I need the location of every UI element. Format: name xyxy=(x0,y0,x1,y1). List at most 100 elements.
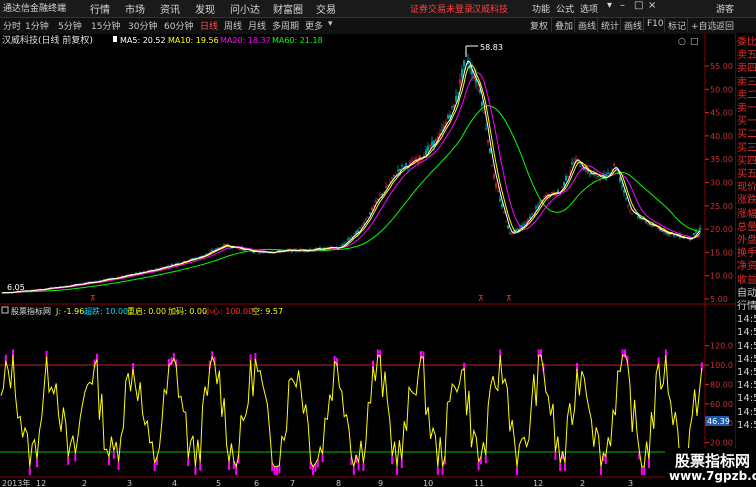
signal-bar-bottom xyxy=(36,459,38,468)
signal-bar-bottom xyxy=(278,465,281,474)
period-60min[interactable]: 60分钟 xyxy=(164,19,193,32)
signal-bar-bottom xyxy=(117,462,120,471)
period-15min[interactable]: 15分钟 xyxy=(91,19,120,32)
candle-body xyxy=(429,145,431,148)
price-tick-label: 40.00 xyxy=(710,132,733,141)
candle-body xyxy=(405,163,407,166)
menu-jiaoyi[interactable]: 交易 xyxy=(316,1,336,16)
indicator-tick-label: 60.00 xyxy=(710,400,733,409)
sidebar-item: 买一 xyxy=(737,116,756,128)
menu-caifuquan[interactable]: 财富圈 xyxy=(273,1,303,16)
period-monthly[interactable]: 月线 xyxy=(248,19,266,32)
period-daily[interactable]: 日线 xyxy=(200,19,218,32)
btn-diejia[interactable]: 叠加 xyxy=(551,18,576,32)
date-tick-label: 3 xyxy=(628,479,633,487)
watermark-line2: www.7gpzb.com xyxy=(669,469,756,483)
event-marker-icon[interactable]: ⊼ xyxy=(478,294,484,303)
period-more[interactable]: 更多 xyxy=(305,19,323,32)
expand-icon[interactable]: □ xyxy=(690,37,699,47)
sidebar-item: 总量 xyxy=(737,221,756,233)
candle-body xyxy=(347,238,349,241)
candle-body xyxy=(391,177,393,179)
menu-faxian[interactable]: 发现 xyxy=(195,1,215,16)
sidebar-item: 行情 xyxy=(737,301,756,312)
candle-body xyxy=(627,204,629,207)
candle-body xyxy=(535,206,537,209)
maximize-icon[interactable]: □ xyxy=(634,0,643,11)
ma20-line xyxy=(2,72,701,294)
price-chart[interactable]: 汉威科技(日线 前复权) MA5: 20.52 MA10: 19.56 MA20… xyxy=(0,33,735,305)
candle-body xyxy=(345,241,347,243)
menu-hangqing[interactable]: 行情 xyxy=(90,1,110,16)
candle-body xyxy=(499,198,501,201)
menu-gongshi[interactable]: 公式 xyxy=(556,2,574,15)
indicator-chart[interactable]: 股票指标网 J: -1.96 超跌: 10.00 重启: 0.00 加码: 0.… xyxy=(0,305,735,487)
sidebar-item: 自动 xyxy=(737,287,756,299)
btn-huaxian-2[interactable]: 画线 xyxy=(620,18,645,32)
period-weekly[interactable]: 周线 xyxy=(224,19,242,32)
candle-body xyxy=(625,198,627,199)
candle-body xyxy=(455,96,457,102)
period-30min[interactable]: 30分钟 xyxy=(128,19,157,32)
title-bar: 通达信金融终端 行情 市场 资讯 发现 问小达 财富圈 交易 证券交易未登录 汉… xyxy=(0,0,756,18)
event-marker-icon[interactable]: ⊼ xyxy=(90,294,96,303)
candle-body xyxy=(567,176,569,178)
current-value-label: 46.39 xyxy=(707,417,730,426)
user-label[interactable]: 游客 xyxy=(716,2,734,15)
sidebar-item: 14:56 xyxy=(737,419,756,431)
candle-body xyxy=(431,141,433,146)
event-marker-icon[interactable]: ⊼ xyxy=(506,294,512,303)
btn-fuquan[interactable]: 复权 xyxy=(527,18,551,32)
stock-name-title: 汉威科技 xyxy=(472,5,509,15)
candle-body xyxy=(641,219,643,221)
candle-body xyxy=(393,174,395,177)
period-1min[interactable]: 1分钟 xyxy=(25,19,49,32)
period-fenshi[interactable]: 分时 xyxy=(3,19,21,32)
indicator-menu-icon[interactable] xyxy=(1,306,9,314)
candle-body xyxy=(237,248,239,249)
candle-body xyxy=(495,183,497,188)
sidebar-item: 14:56 xyxy=(737,367,756,378)
sidebar-item: 现价 xyxy=(737,182,756,194)
candle-body xyxy=(385,185,387,189)
menu-shichang[interactable]: 市场 xyxy=(125,1,145,16)
signal-bar-bottom xyxy=(554,451,557,460)
candle-body xyxy=(481,101,483,107)
chevron-down-icon[interactable]: ▾ xyxy=(328,19,333,29)
sidebar-item: 买二 xyxy=(737,129,756,141)
close-icon[interactable]: × xyxy=(648,0,656,11)
signal-bar-bottom xyxy=(199,462,202,471)
btn-biaoji[interactable]: 标记 xyxy=(664,18,689,32)
watermark: 股票指标网 www.7gpzb.com xyxy=(665,448,756,487)
date-tick-label: 11 xyxy=(474,479,484,487)
candle-body xyxy=(619,177,621,182)
price-tick-label: 25.00 xyxy=(710,202,733,211)
candle-body xyxy=(361,225,363,227)
settings-icon[interactable]: ○ xyxy=(678,37,686,47)
candle-body xyxy=(657,228,659,229)
candle-body xyxy=(155,268,157,270)
minimize-icon[interactable]: – xyxy=(620,0,625,11)
candle-body xyxy=(607,172,609,174)
period-multi[interactable]: 多周期 xyxy=(272,19,299,32)
candle-body xyxy=(489,148,491,153)
candle-body xyxy=(569,171,571,173)
price-header-ma60: MA60: 21.18 xyxy=(272,36,323,45)
btn-back[interactable]: 返回 xyxy=(712,18,737,32)
menu-zixun[interactable]: 资讯 xyxy=(160,1,180,16)
date-tick-label: 6 xyxy=(254,479,259,487)
ma60-line xyxy=(2,105,701,294)
candle-body xyxy=(355,231,357,234)
btn-tongji[interactable]: 统计 xyxy=(597,18,622,32)
candle-body xyxy=(523,223,525,225)
date-tick-label: 12 xyxy=(533,479,543,487)
menu-xuanxiang[interactable]: 选项 xyxy=(580,2,598,15)
signal-bar-bottom xyxy=(640,466,643,475)
price-header-stock: 汉威科技(日线 前复权) xyxy=(2,34,93,46)
chevron-down-icon[interactable]: ▾ xyxy=(607,0,612,11)
menu-wenxiaoda[interactable]: 问小达 xyxy=(230,1,260,16)
btn-huaxian-1[interactable]: 画线 xyxy=(574,18,599,32)
login-warning[interactable]: 证券交易未登录 xyxy=(410,2,473,15)
period-5min[interactable]: 5分钟 xyxy=(58,19,82,32)
menu-gongneng[interactable]: 功能 xyxy=(532,2,550,15)
